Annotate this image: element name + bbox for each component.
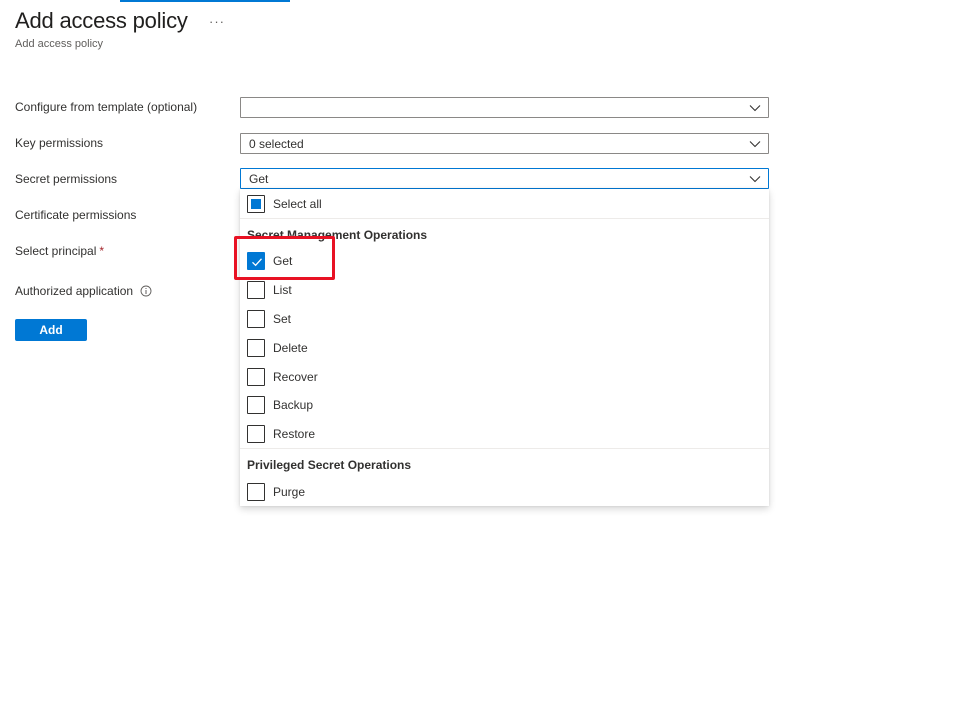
option-purge[interactable]: Purge: [247, 482, 305, 502]
page-title: Add access policy: [15, 8, 188, 33]
template-select[interactable]: [240, 97, 769, 118]
select-all-option[interactable]: Select all: [247, 194, 322, 214]
chevron-down-icon: [749, 141, 761, 148]
get-checkbox[interactable]: [247, 252, 265, 270]
chevron-down-icon: [749, 176, 761, 183]
option-backup[interactable]: Backup: [247, 395, 313, 415]
option-restore[interactable]: Restore: [247, 424, 315, 444]
group-header-secret-management: Secret Management Operations: [247, 228, 428, 242]
key-permissions-value: 0 selected: [249, 136, 304, 151]
certificate-permissions-label: Certificate permissions: [15, 208, 137, 222]
key-permissions-label: Key permissions: [15, 136, 104, 150]
secret-permissions-dropdown: Select all Secret Management Operations …: [240, 189, 769, 506]
option-get[interactable]: Get: [247, 251, 292, 271]
set-checkbox[interactable]: [247, 310, 265, 328]
divider: [240, 218, 769, 219]
backup-checkbox[interactable]: [247, 396, 265, 414]
secret-permissions-label: Secret permissions: [15, 172, 118, 186]
template-label: Configure from template (optional): [15, 100, 198, 114]
recover-checkbox[interactable]: [247, 368, 265, 386]
list-checkbox[interactable]: [247, 281, 265, 299]
page-subtitle: Add access policy: [15, 38, 104, 50]
select-principal-label: Select principal *: [15, 244, 105, 258]
add-button[interactable]: Add: [15, 319, 87, 341]
option-recover[interactable]: Recover: [247, 367, 318, 387]
delete-checkbox[interactable]: [247, 339, 265, 357]
group-header-privileged: Privileged Secret Operations: [247, 458, 412, 472]
more-options-button[interactable]: ···: [209, 14, 225, 29]
option-list[interactable]: List: [247, 280, 292, 300]
purge-checkbox[interactable]: [247, 483, 265, 501]
breadcrumb-link-remnant: [120, 0, 290, 2]
key-permissions-select[interactable]: 0 selected: [240, 133, 769, 154]
add-access-policy-page: Add access policy ··· Add access policy …: [0, 0, 980, 710]
restore-checkbox[interactable]: [247, 425, 265, 443]
secret-permissions-value: Get: [249, 171, 269, 186]
option-set[interactable]: Set: [247, 309, 291, 329]
option-delete[interactable]: Delete: [247, 338, 308, 358]
required-mark: *: [99, 244, 105, 258]
divider: [240, 448, 769, 449]
checkmark-icon: [252, 258, 262, 267]
info-icon[interactable]: [140, 285, 152, 297]
secret-permissions-select[interactable]: Get: [240, 168, 769, 189]
authorized-application-label: Authorized application: [15, 284, 152, 298]
select-all-checkbox[interactable]: [247, 195, 265, 213]
chevron-down-icon: [749, 105, 761, 112]
